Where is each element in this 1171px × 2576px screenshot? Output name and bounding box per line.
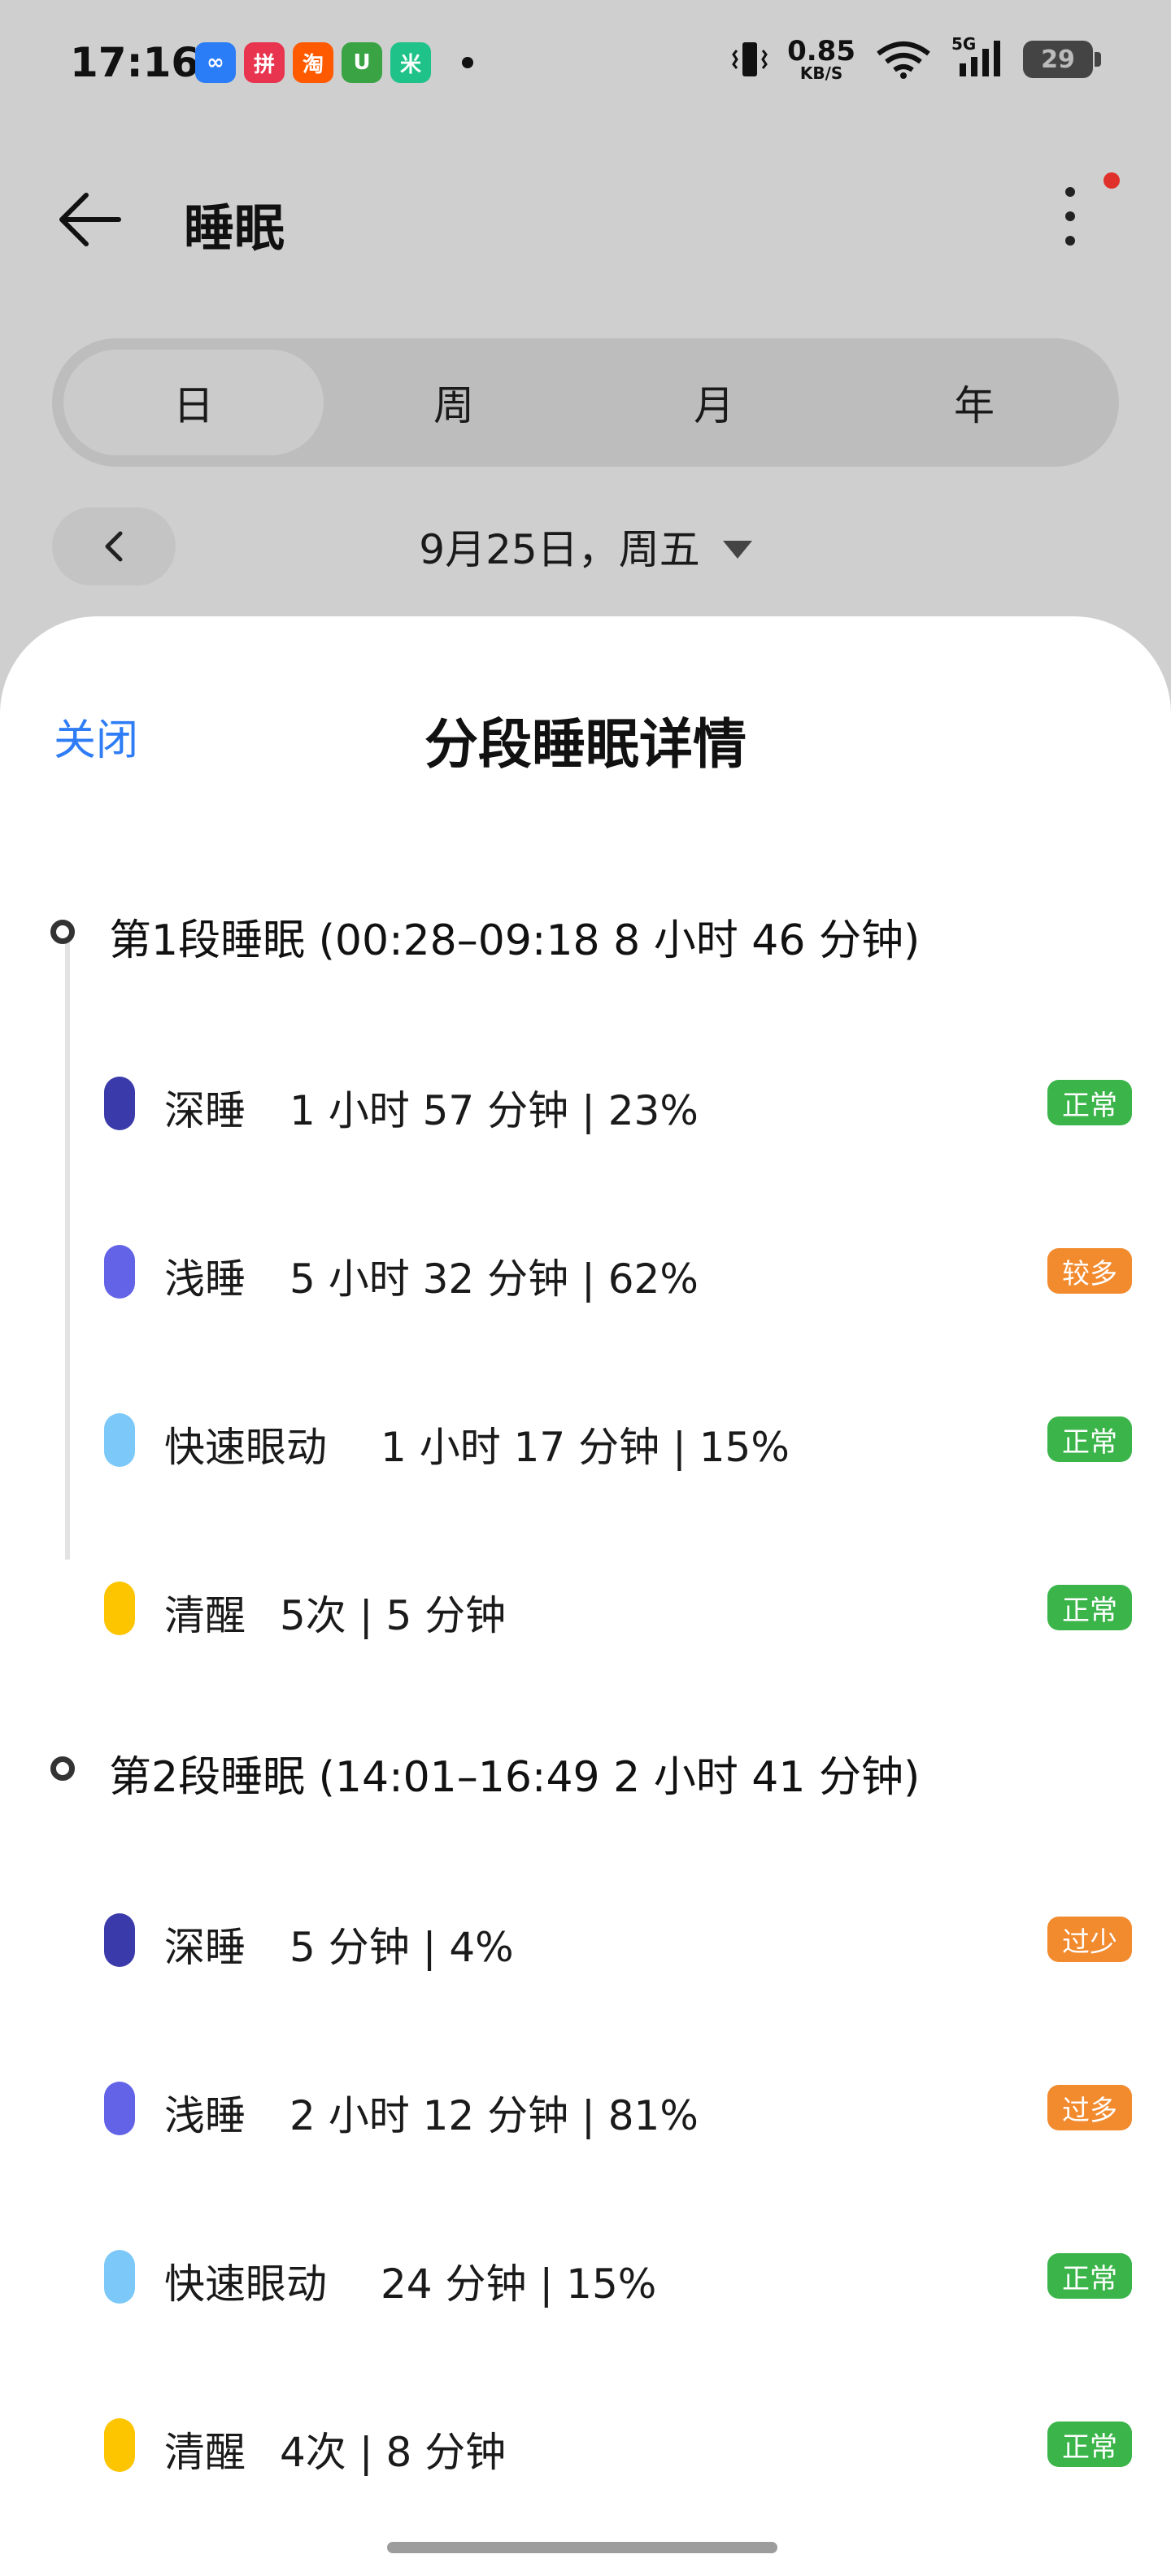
light-sleep-color-icon: [104, 1245, 135, 1299]
wifi-icon: [877, 41, 930, 79]
meituan-icon: U: [342, 42, 382, 83]
segment-2-row-rem: 快速眼动 24 分钟 | 15% 正常: [0, 2243, 1171, 2325]
deep-sleep-color-icon: [104, 1913, 135, 1967]
stage-value: 1 小时 57 分钟 | 23%: [289, 1087, 699, 1134]
stage-value: 1 小时 17 分钟 | 15%: [381, 1424, 790, 1471]
segmented-sleep-sheet: 关闭 分段睡眠详情 第1段睡眠 (00:28–09:18 8 小时 46 分钟)…: [0, 616, 1171, 2576]
selected-date: 9月25日，周五: [419, 526, 700, 573]
status-badge: 正常: [1047, 1416, 1132, 1462]
stage-value: 4次 | 8 分钟: [280, 2429, 507, 2476]
awake-color-icon: [104, 2418, 135, 2472]
segment-2-row-awake: 清醒 4次 | 8 分钟 正常: [0, 2412, 1171, 2493]
mi-home-icon: 米: [390, 42, 431, 83]
stage-value: 5次 | 5 分钟: [280, 1592, 507, 1639]
date-picker[interactable]: 9月25日，周五: [0, 517, 1171, 576]
caret-down-icon: [722, 540, 752, 559]
battery-icon: 29: [1023, 41, 1101, 78]
home-indicator[interactable]: [387, 2542, 777, 2553]
tab-year[interactable]: 年: [844, 350, 1104, 455]
taobao-icon: 淘: [293, 42, 333, 83]
status-badge: 正常: [1047, 2253, 1132, 2299]
status-badge: 正常: [1047, 1080, 1132, 1125]
notification-dot: [1104, 172, 1120, 189]
awake-color-icon: [104, 1582, 135, 1635]
tab-week[interactable]: 周: [324, 350, 584, 455]
status-bar: 17:16 ∞ 拼 淘 U 米 0.85 KB/S 5G 29: [0, 0, 1171, 130]
page-title: 睡眠: [184, 198, 285, 258]
tab-month[interactable]: 月: [584, 350, 844, 455]
stage-name: 深睡: [164, 1087, 246, 1134]
segment-1-row-deep: 深睡 1 小时 57 分钟 | 23% 正常: [0, 1070, 1171, 1151]
stage-name: 清醒: [164, 2429, 246, 2476]
segment-1-row-light: 浅睡 5 小时 32 分钟 | 62% 较多: [0, 1238, 1171, 1320]
segment-1-title: 第1段睡眠 (00:28–09:18 8 小时 46 分钟): [109, 916, 921, 965]
pinduoduo-icon: 拼: [244, 42, 285, 83]
vibrate-icon: [732, 42, 768, 76]
tab-day[interactable]: 日: [63, 350, 324, 455]
status-badge: 较多: [1047, 1248, 1132, 1294]
status-badge: 正常: [1047, 2422, 1132, 2467]
more-options-icon[interactable]: [1057, 181, 1109, 254]
stage-name: 浅睡: [164, 2092, 246, 2139]
segment-2-row-light: 浅睡 2 小时 12 分钟 | 81% 过多: [0, 2075, 1171, 2156]
status-time: 17:16: [70, 39, 200, 86]
stage-value: 5 分钟 | 4%: [289, 1924, 514, 1971]
back-arrow-icon[interactable]: [54, 185, 122, 254]
stage-name: 快速眼动: [164, 2261, 327, 2308]
segment-2-marker: [50, 1756, 75, 1781]
rem-sleep-color-icon: [104, 2250, 135, 2304]
cellular-signal: 5G: [951, 34, 1003, 80]
baidu-netdisk-icon: ∞: [195, 42, 236, 83]
battery-level: 29: [1041, 45, 1075, 74]
stage-name: 清醒: [164, 1592, 246, 1639]
status-badge: 过多: [1047, 2085, 1132, 2130]
status-badge: 过少: [1047, 1917, 1132, 1962]
light-sleep-color-icon: [104, 2082, 135, 2135]
segment-2-title: 第2段睡眠 (14:01–16:49 2 小时 41 分钟): [109, 1753, 921, 1802]
sheet-title: 分段睡眠详情: [424, 713, 747, 776]
stage-name: 快速眼动: [164, 1424, 327, 1471]
net-speed: 0.85 KB/S: [787, 37, 855, 81]
net-speed-unit: KB/S: [799, 63, 843, 83]
status-indicators: 0.85 KB/S 5G 29: [732, 34, 1101, 81]
stage-value: 2 小时 12 分钟 | 81%: [289, 2092, 699, 2139]
segment-1-row-awake: 清醒 5次 | 5 分钟 正常: [0, 1575, 1171, 1656]
stage-value: 5 小时 32 分钟 | 62%: [289, 1255, 699, 1303]
stage-name: 深睡: [164, 1924, 246, 1971]
rem-sleep-color-icon: [104, 1413, 135, 1467]
segment-2-row-deep: 深睡 5 分钟 | 4% 过少: [0, 1907, 1171, 1988]
deep-sleep-color-icon: [104, 1077, 135, 1130]
net-speed-value: 0.85: [787, 35, 855, 67]
signal-icon: [960, 41, 1000, 76]
period-tabs: 日 周 月 年: [52, 338, 1119, 467]
notification-icons: ∞ 拼 淘 U 米: [195, 42, 473, 83]
status-badge: 正常: [1047, 1585, 1132, 1630]
more-notifications-icon: [462, 57, 473, 68]
stage-value: 24 分钟 | 15%: [381, 2261, 657, 2308]
segment-1-marker: [50, 920, 75, 944]
stage-name: 浅睡: [164, 1255, 246, 1303]
segment-1-row-rem: 快速眼动 1 小时 17 分钟 | 15% 正常: [0, 1407, 1171, 1488]
